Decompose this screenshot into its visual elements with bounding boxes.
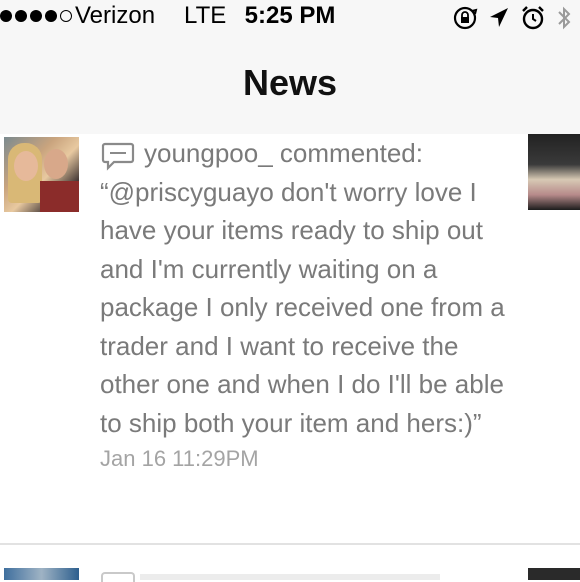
- avatar-photo-detail: [40, 181, 79, 212]
- avatar-photo-detail: [14, 151, 38, 181]
- location-arrow-icon: [488, 6, 510, 30]
- news-item-headline: youngpoo_ commented:: [100, 134, 520, 173]
- status-bar: Verizon LTE 5:25 PM: [0, 0, 580, 34]
- news-item-text-placeholder: [140, 574, 440, 580]
- item-divider: [0, 543, 580, 545]
- page-title: News: [242, 62, 338, 103]
- listing-thumbnail[interactable]: [528, 568, 580, 580]
- avatar-photo-detail: [44, 149, 68, 179]
- comment-icon: [101, 572, 135, 582]
- timestamp: Jan 16 11:29PM: [100, 446, 259, 471]
- user-avatar[interactable]: [4, 137, 79, 212]
- top-bar: Verizon LTE 5:25 PM News: [0, 0, 580, 134]
- username-link[interactable]: youngpoo_: [144, 138, 273, 168]
- status-icons: [452, 4, 572, 32]
- news-item-content: youngpoo_ commented: “@priscyguayo don't…: [100, 134, 520, 474]
- rotation-lock-icon: [452, 5, 478, 31]
- news-item-partial[interactable]: [0, 568, 580, 582]
- alarm-clock-icon: [520, 5, 546, 31]
- news-item[interactable]: youngpoo_ commented: “@priscyguayo don't…: [0, 134, 580, 544]
- listing-thumbnail[interactable]: [528, 134, 580, 210]
- user-avatar[interactable]: [4, 568, 79, 580]
- bluetooth-icon: [556, 4, 572, 32]
- comment-text: “@priscyguayo don't worry love I have yo…: [100, 176, 505, 438]
- action-text: commented:: [279, 138, 423, 168]
